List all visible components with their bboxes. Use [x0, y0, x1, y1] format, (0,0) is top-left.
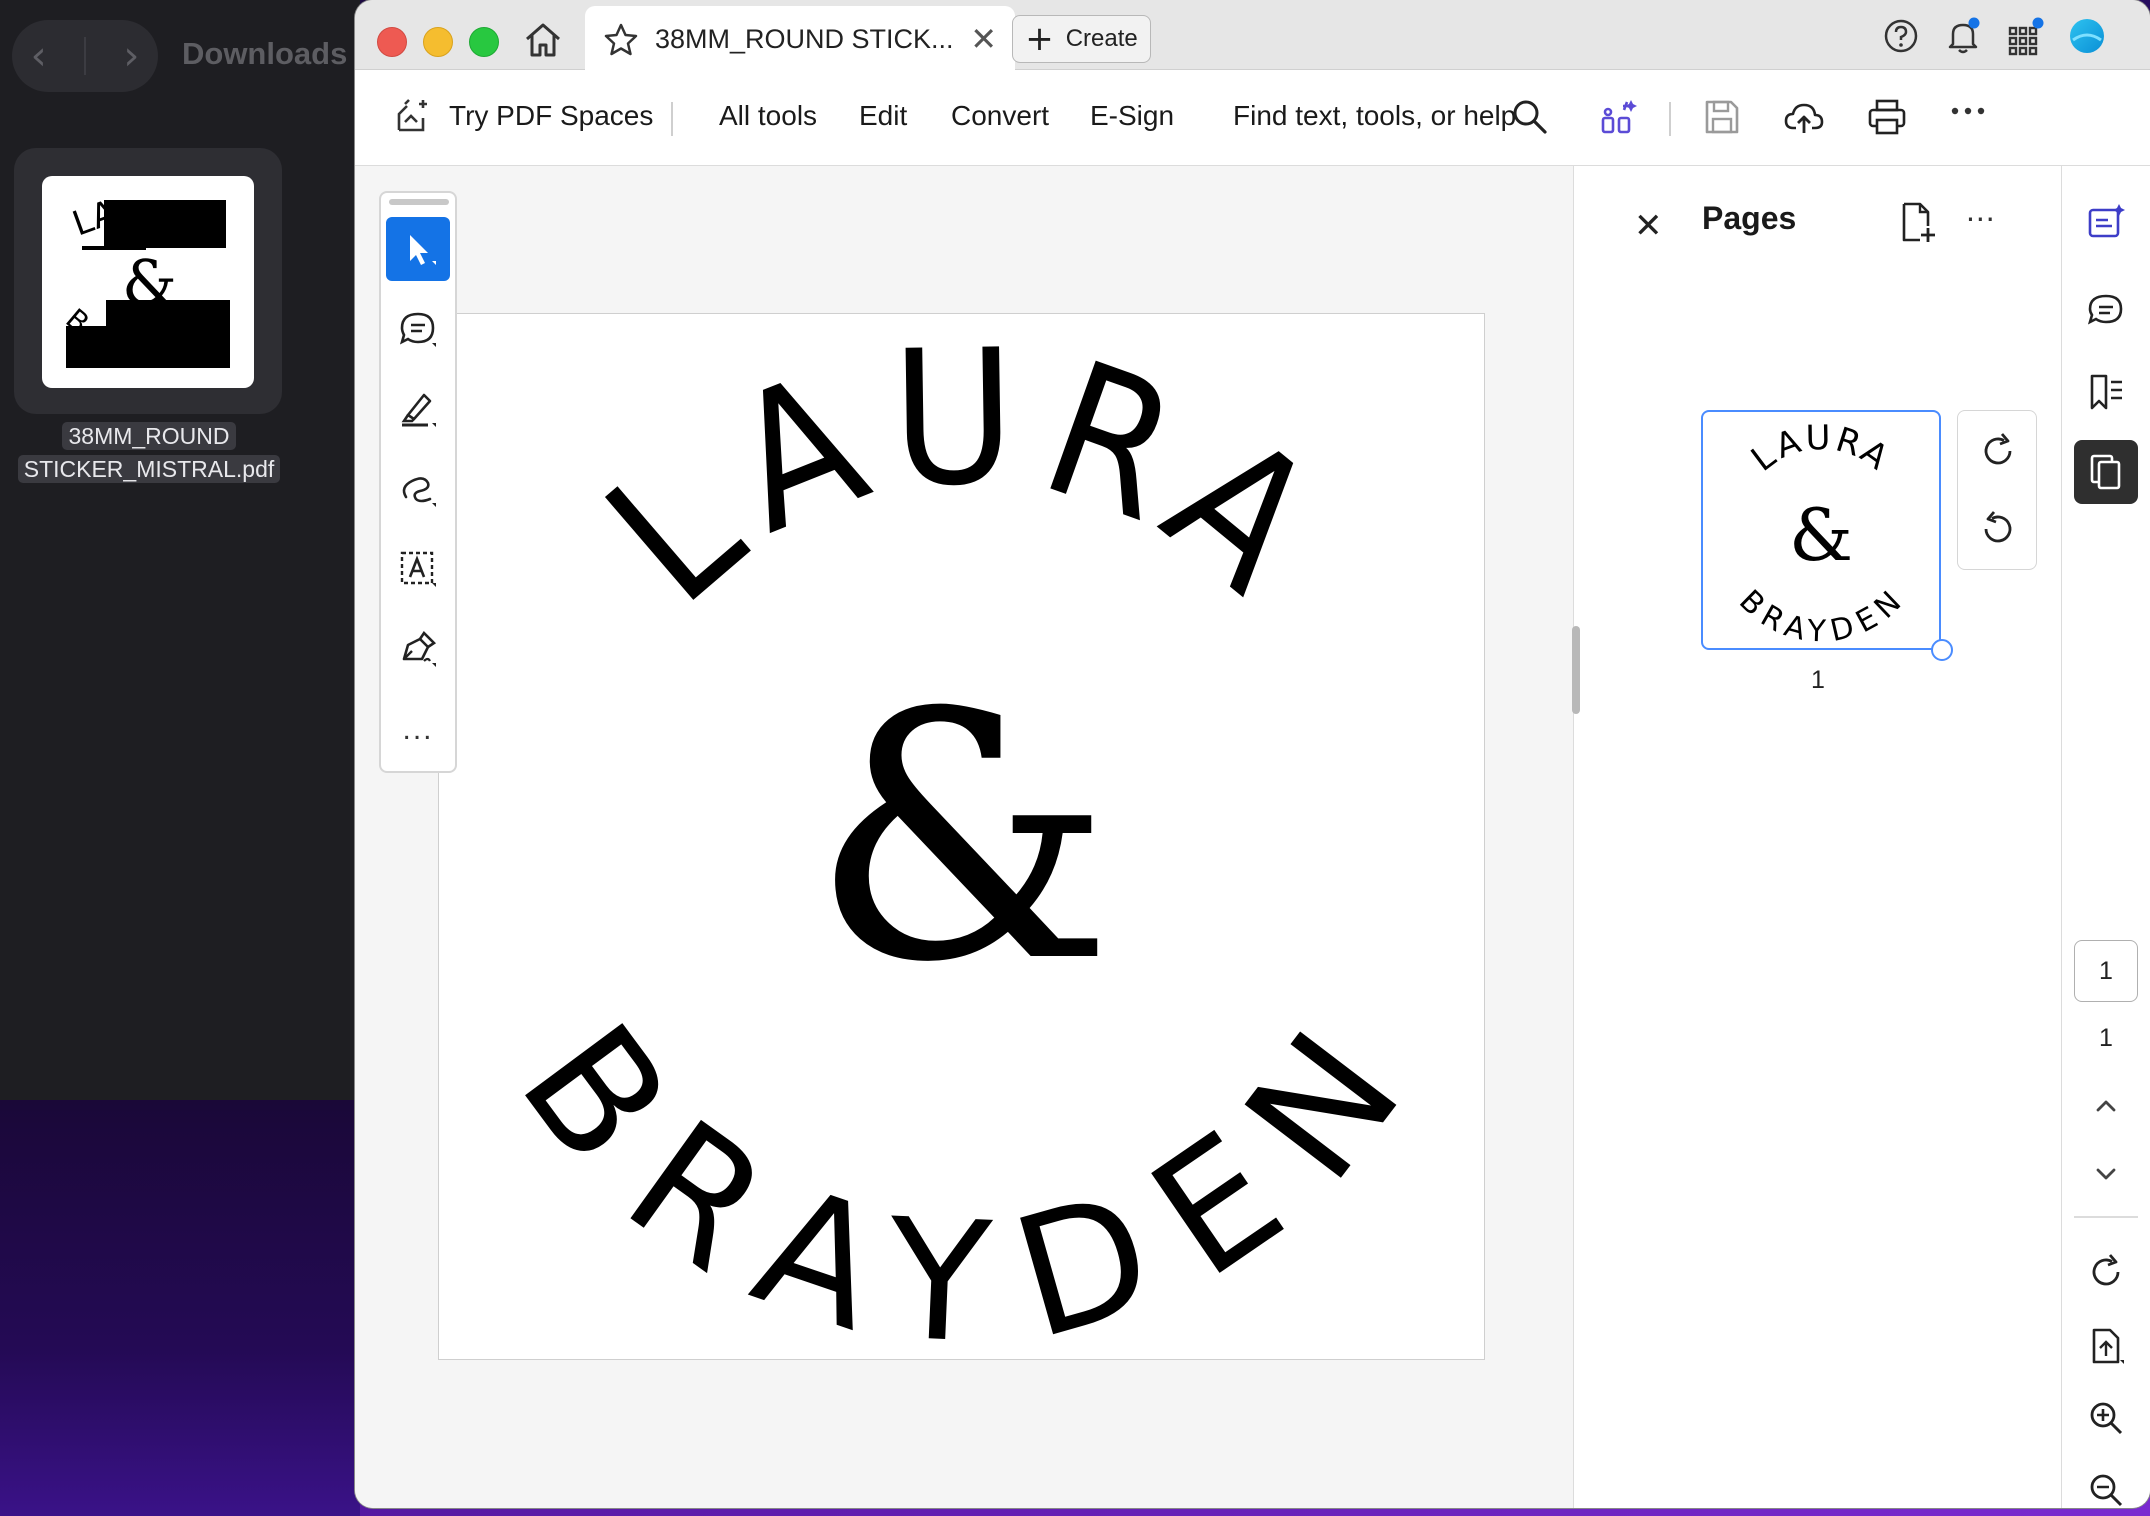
help-icon[interactable] [1881, 16, 1921, 56]
pages-panel-toggle[interactable] [2074, 440, 2138, 504]
svg-text:LAURA: LAURA [1744, 418, 1898, 480]
toolbar-divider [671, 102, 673, 136]
edit-menu[interactable]: Edit [859, 100, 907, 132]
page-display-icon[interactable] [2074, 1314, 2138, 1378]
comment-tool-icon[interactable] [386, 297, 450, 361]
svg-text:BRAYDEN: BRAYDEN [483, 991, 1444, 1361]
file-name-line2: STICKER_MISTRAL.pdf [17, 455, 281, 483]
sign-pen-icon[interactable] [386, 617, 450, 681]
file-item-selected[interactable]: LA & B [14, 148, 282, 414]
print-icon[interactable] [1866, 96, 1908, 138]
tab-close-icon[interactable]: ✕ [970, 20, 997, 58]
comments-panel-icon[interactable] [2074, 278, 2138, 342]
highlight-pen-icon[interactable] [386, 377, 450, 441]
finder-nav-buttons: ‹ › [12, 20, 158, 92]
finder-window: ‹ › Downloads LA & B 38MM_ROUND STICKER_… [0, 0, 360, 1100]
ai-assistant-icon[interactable] [1597, 96, 1639, 138]
acrobat-window: 38MM_ROUND STICK... ✕ + Create Try PDF S… [355, 0, 2150, 1508]
window-minimize-button[interactable] [423, 27, 453, 57]
find-text-tools-search[interactable]: Find text, tools, or help [1233, 100, 1516, 132]
thumb-ampersand: & [1789, 493, 1853, 577]
close-panel-icon[interactable]: ✕ [1634, 206, 1663, 246]
rail-divider [2074, 1216, 2138, 1218]
save-icon[interactable] [1701, 96, 1743, 138]
star-icon[interactable] [603, 22, 639, 58]
forward-chevron-icon[interactable]: › [123, 33, 139, 79]
panel-resize-handle[interactable] [1572, 626, 1580, 714]
page-thumbnail[interactable]: LAURA & BRAYDEN [1701, 410, 1941, 650]
user-avatar[interactable] [2067, 16, 2107, 56]
add-text-tool-icon[interactable] [386, 537, 450, 601]
tab-title: 38MM_ROUND STICK... [655, 24, 954, 54]
annotation-tool-rail: ... [379, 191, 457, 773]
title-bar: 38MM_ROUND STICK... ✕ + Create [355, 0, 2150, 70]
toolbar-divider [1669, 102, 1671, 136]
window-close-button[interactable] [377, 27, 407, 57]
more-tools-icon[interactable]: ... [381, 713, 455, 747]
select-tool-button[interactable] [386, 217, 450, 281]
notifications-bell-icon[interactable] [1943, 16, 1983, 56]
rotate-view-icon[interactable] [2074, 1240, 2138, 1304]
pages-panel: ✕ Pages ... LAURA & BRAYDEN 1 [1573, 166, 2061, 1508]
pdf-spaces-icon[interactable] [393, 96, 435, 138]
file-name-label[interactable]: 38MM_ROUND STICKER_MISTRAL.pdf [8, 420, 290, 486]
rotate-controls [1957, 410, 2037, 570]
laura-arc-text: LAURA [568, 314, 1350, 644]
back-chevron-icon[interactable]: ‹ [31, 33, 47, 79]
svg-text:BRAYDEN: BRAYDEN [1732, 583, 1909, 648]
create-button[interactable]: + Create [1012, 15, 1151, 63]
document-tab[interactable]: 38MM_ROUND STICK... ✕ [585, 6, 1015, 70]
panel-more-options[interactable]: ... [1966, 192, 1996, 229]
document-viewer[interactable]: LAURA & BRAYDEN ... [355, 166, 1572, 1508]
freehand-draw-icon[interactable] [386, 457, 450, 521]
brayden-arc-text: BRAYDEN [483, 991, 1434, 1361]
main-toolbar: Try PDF Spaces All tools Edit Convert E-… [355, 70, 2150, 166]
pdf-page[interactable]: LAURA & BRAYDEN [438, 313, 1485, 1361]
zoom-in-icon[interactable] [2074, 1386, 2138, 1450]
rotate-clockwise-icon[interactable] [1978, 431, 2018, 471]
chevron-down-icon[interactable] [2074, 1142, 2138, 1206]
svg-text:LAURA: LAURA [568, 314, 1368, 644]
search-icon[interactable] [1509, 96, 1551, 138]
esign-menu[interactable]: E-Sign [1090, 100, 1174, 132]
panel-title: Pages [1702, 200, 1797, 236]
total-pages-label: 1 [2099, 1024, 2113, 1052]
bookmarks-icon[interactable] [2074, 360, 2138, 424]
thumbnail-resize-handle[interactable] [1931, 639, 1953, 661]
plus-icon: + [1025, 19, 1054, 59]
home-icon[interactable] [521, 18, 565, 62]
page-number-input[interactable]: 1 [2074, 940, 2138, 1002]
create-label: Create [1065, 25, 1138, 52]
all-tools-menu[interactable]: All tools [719, 100, 817, 132]
convert-menu[interactable]: Convert [951, 100, 1049, 132]
finder-title: Downloads [182, 36, 348, 71]
thumbnail-page-number: 1 [1811, 666, 1825, 694]
ai-summary-icon[interactable] [2074, 190, 2138, 254]
file-name-line1: 38MM_ROUND [62, 422, 236, 450]
more-options-icon[interactable] [1947, 90, 1989, 132]
pdf-thumbnail-icon: LA & B [42, 176, 254, 388]
thumb-brayden-text: BRAYDEN [1732, 583, 1907, 648]
zoom-out-icon[interactable] [2074, 1458, 2138, 1508]
insert-page-icon[interactable] [1898, 200, 1938, 244]
rotate-counterclockwise-icon[interactable] [1978, 509, 2018, 549]
apps-grid-icon[interactable] [2005, 16, 2045, 56]
chevron-up-icon[interactable] [2074, 1074, 2138, 1138]
try-pdf-spaces-button[interactable]: Try PDF Spaces [449, 100, 653, 132]
nav-divider [83, 37, 86, 75]
desktop-wallpaper [0, 1100, 360, 1516]
right-side-rail: 1 1 [2061, 166, 2150, 1508]
rail-drag-handle[interactable] [389, 199, 449, 205]
thumb-laura-text: LAURA [1744, 418, 1895, 480]
ampersand-text: & [811, 641, 1114, 1037]
window-zoom-button[interactable] [469, 27, 499, 57]
cloud-upload-icon[interactable] [1783, 96, 1825, 138]
